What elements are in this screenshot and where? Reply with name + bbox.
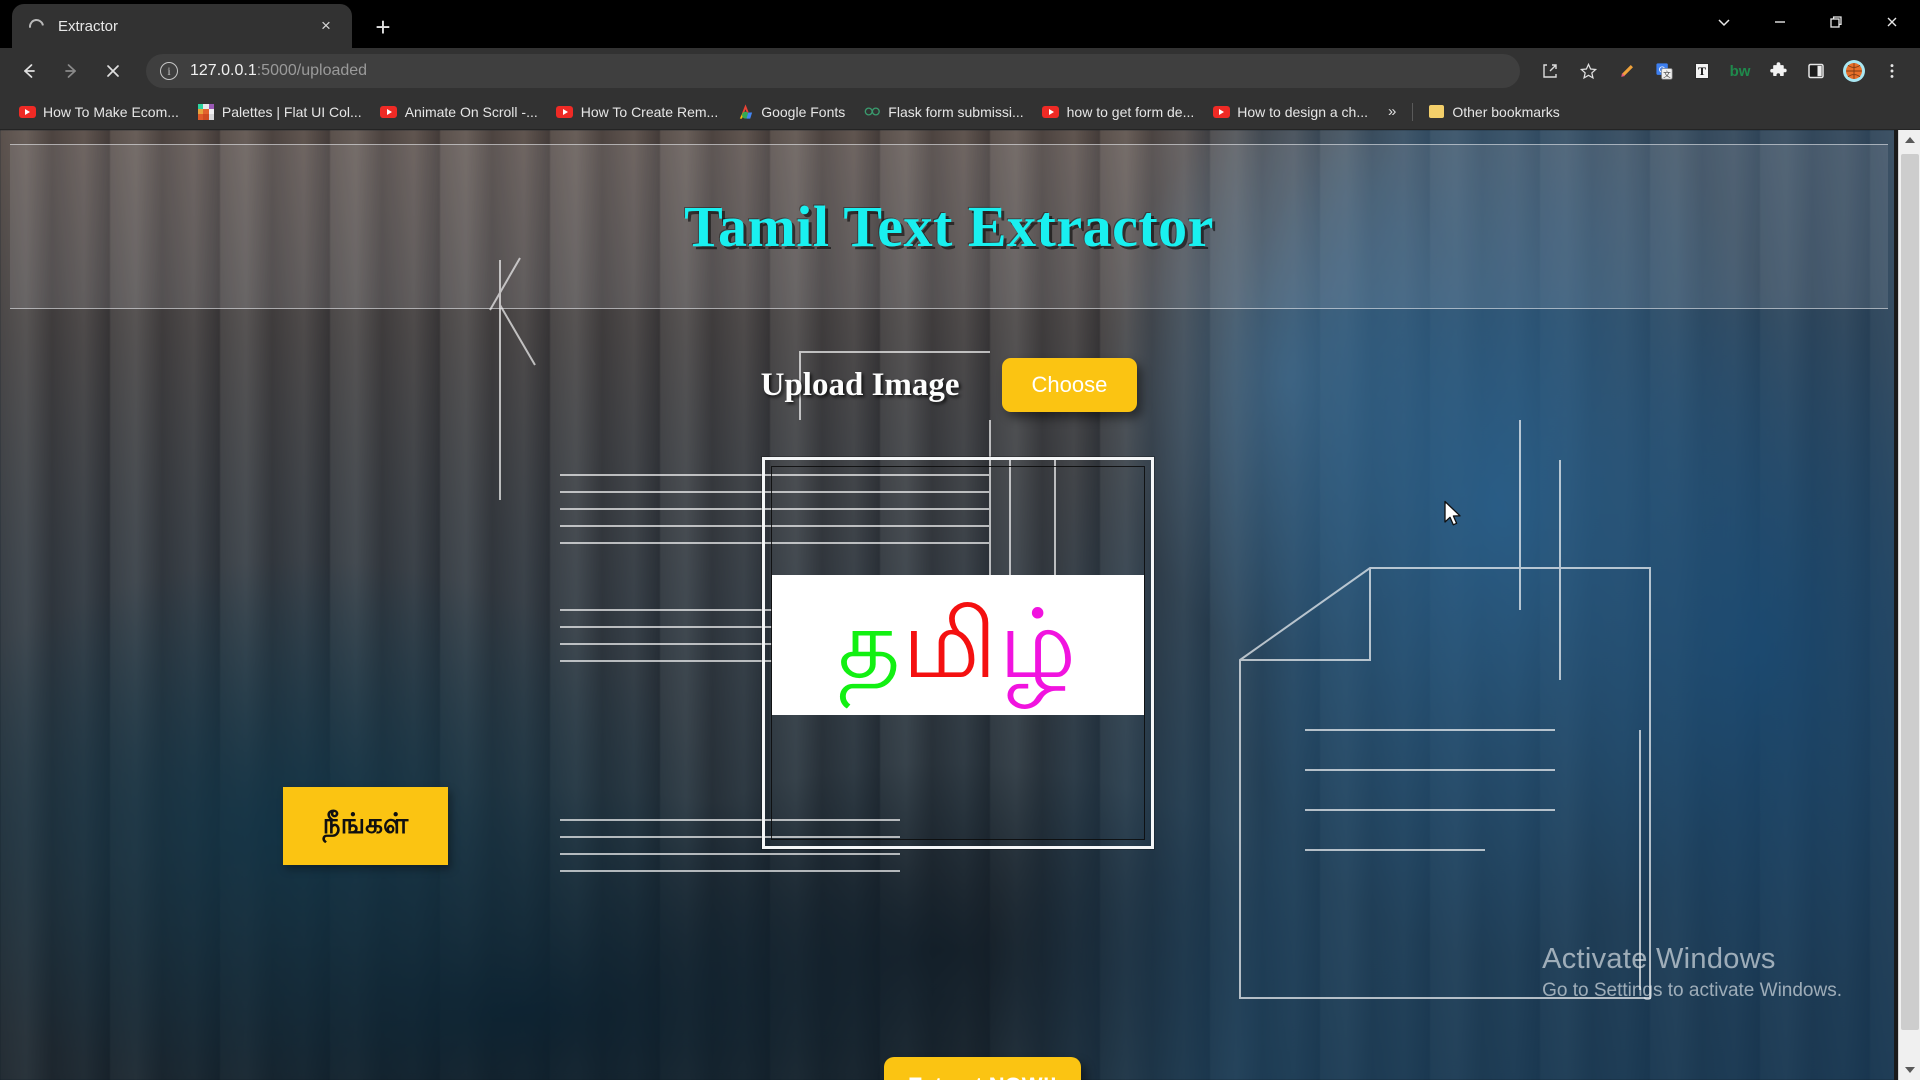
bookmark-label: How To Create Rem...: [580, 103, 719, 120]
google-fonts-icon: [736, 103, 754, 121]
restore-icon[interactable]: [1808, 0, 1864, 44]
bookmark-item[interactable]: Google Fonts: [728, 98, 853, 126]
tamil-glyph-part: த: [837, 591, 903, 698]
extract-now-button[interactable]: Extract NOW!!: [884, 1057, 1082, 1080]
youtube-icon: [18, 103, 36, 121]
page-viewport: Tamil Text Extractor Upload Image Choose…: [0, 130, 1920, 1080]
close-icon[interactable]: [1864, 0, 1920, 44]
extracted-text: நீங்கள்: [322, 808, 409, 839]
upload-image-label: Upload Image: [760, 366, 960, 403]
browser-window: Extractor × + i 127.0.0.1:5000/uploaded …: [0, 0, 1920, 1080]
tab-strip: Extractor × +: [0, 0, 1920, 48]
bookmark-item[interactable]: Animate On Scroll -...: [372, 98, 546, 126]
other-bookmarks-button[interactable]: Other bookmarks: [1419, 98, 1567, 126]
browser-toolbar: i 127.0.0.1:5000/uploaded G文 T bw: [0, 48, 1920, 94]
youtube-icon: [1212, 103, 1230, 121]
other-bookmarks-label: Other bookmarks: [1452, 103, 1560, 120]
bookmark-label: Animate On Scroll -...: [404, 103, 538, 120]
youtube-icon: [556, 103, 574, 121]
url-path: :5000/uploaded: [256, 62, 368, 79]
tab-search-chevron-icon[interactable]: [1696, 0, 1752, 44]
bookmark-item[interactable]: How to design a ch...: [1204, 98, 1376, 126]
bookmark-label: how to get form de...: [1066, 103, 1195, 120]
url-host: 127.0.0.1: [190, 62, 257, 79]
bookmark-label: How to design a ch...: [1237, 103, 1369, 120]
forward-button[interactable]: [52, 52, 90, 90]
back-button[interactable]: [10, 52, 48, 90]
link-icon: [863, 103, 881, 121]
tab-title: Extractor: [58, 17, 119, 35]
toolbar-icon-group: G文 T bw: [1530, 53, 1910, 89]
bitwarden-extension-icon[interactable]: bw: [1722, 53, 1758, 89]
site-info-icon[interactable]: i: [160, 62, 178, 80]
page-scrollbar[interactable]: [1898, 130, 1920, 1080]
bookmark-item[interactable]: Flask form submissi...: [855, 98, 1031, 126]
bookmark-item[interactable]: How To Make Ecom...: [10, 98, 187, 126]
bookmarks-bar: How To Make Ecom... Palettes | Flat UI C…: [0, 94, 1920, 130]
bookmark-label: How To Make Ecom...: [43, 103, 179, 120]
web-page: Tamil Text Extractor Upload Image Choose…: [0, 130, 1898, 1080]
palette-icon: [197, 103, 215, 121]
youtube-icon: [380, 103, 398, 121]
new-tab-button[interactable]: +: [366, 10, 400, 44]
tamil-image-text: தமிழ்: [838, 597, 1078, 693]
bookmarks-separator: [1412, 102, 1414, 121]
tab-close-icon[interactable]: ×: [314, 14, 338, 38]
scroll-up-button[interactable]: [1899, 130, 1920, 150]
upload-section: Upload Image Choose: [0, 358, 1898, 412]
google-translate-icon[interactable]: G文: [1646, 53, 1682, 89]
extracted-text-box: நீங்கள்: [283, 787, 448, 865]
tamil-glyph-part: ழ்: [998, 591, 1079, 698]
extensions-puzzle-icon[interactable]: [1760, 53, 1796, 89]
page-title: Tamil Text Extractor: [684, 194, 1214, 259]
bookmark-star-icon[interactable]: [1570, 53, 1606, 89]
window-controls: [1696, 0, 1920, 44]
bookmark-label: Palettes | Flat UI Col...: [221, 103, 362, 120]
minimize-icon[interactable]: [1752, 0, 1808, 44]
highlighter-pen-icon[interactable]: [1608, 53, 1644, 89]
bookmark-label: Flask form submissi...: [888, 103, 1024, 120]
bookmark-item[interactable]: how to get form de...: [1034, 98, 1203, 126]
svg-text:T: T: [1698, 64, 1706, 78]
url-text: 127.0.0.1:5000/uploaded: [190, 62, 367, 80]
tamil-glyph-part: மி: [902, 591, 999, 698]
browser-tab[interactable]: Extractor ×: [12, 4, 352, 48]
profile-avatar-icon[interactable]: [1836, 53, 1872, 89]
image-preview-inner: தமிழ்: [771, 466, 1145, 840]
page-header-band: Tamil Text Extractor: [10, 144, 1888, 309]
choose-file-button[interactable]: Choose: [1001, 358, 1138, 412]
stop-loading-button[interactable]: [94, 52, 132, 90]
text-extension-icon[interactable]: T: [1684, 53, 1720, 89]
bookmark-label: Google Fonts: [761, 103, 846, 120]
scrollbar-thumb[interactable]: [1901, 154, 1919, 1030]
scroll-down-button[interactable]: [1899, 1060, 1920, 1080]
loading-spinner-icon: [25, 15, 47, 37]
folder-icon: [1427, 103, 1445, 121]
image-preview-frame[interactable]: தமிழ்: [762, 457, 1154, 849]
bookmark-item[interactable]: How To Create Rem...: [548, 98, 726, 126]
share-icon[interactable]: [1532, 53, 1568, 89]
bookmark-item[interactable]: Palettes | Flat UI Col...: [189, 98, 370, 126]
address-bar[interactable]: i 127.0.0.1:5000/uploaded: [146, 54, 1520, 88]
svg-text:文: 文: [1663, 69, 1671, 79]
youtube-icon: [1042, 103, 1060, 121]
bookmarks-overflow-icon[interactable]: »: [1378, 103, 1406, 120]
chrome-menu-icon[interactable]: [1874, 53, 1910, 89]
uploaded-image: தமிழ்: [772, 575, 1144, 715]
side-panel-icon[interactable]: [1798, 53, 1834, 89]
